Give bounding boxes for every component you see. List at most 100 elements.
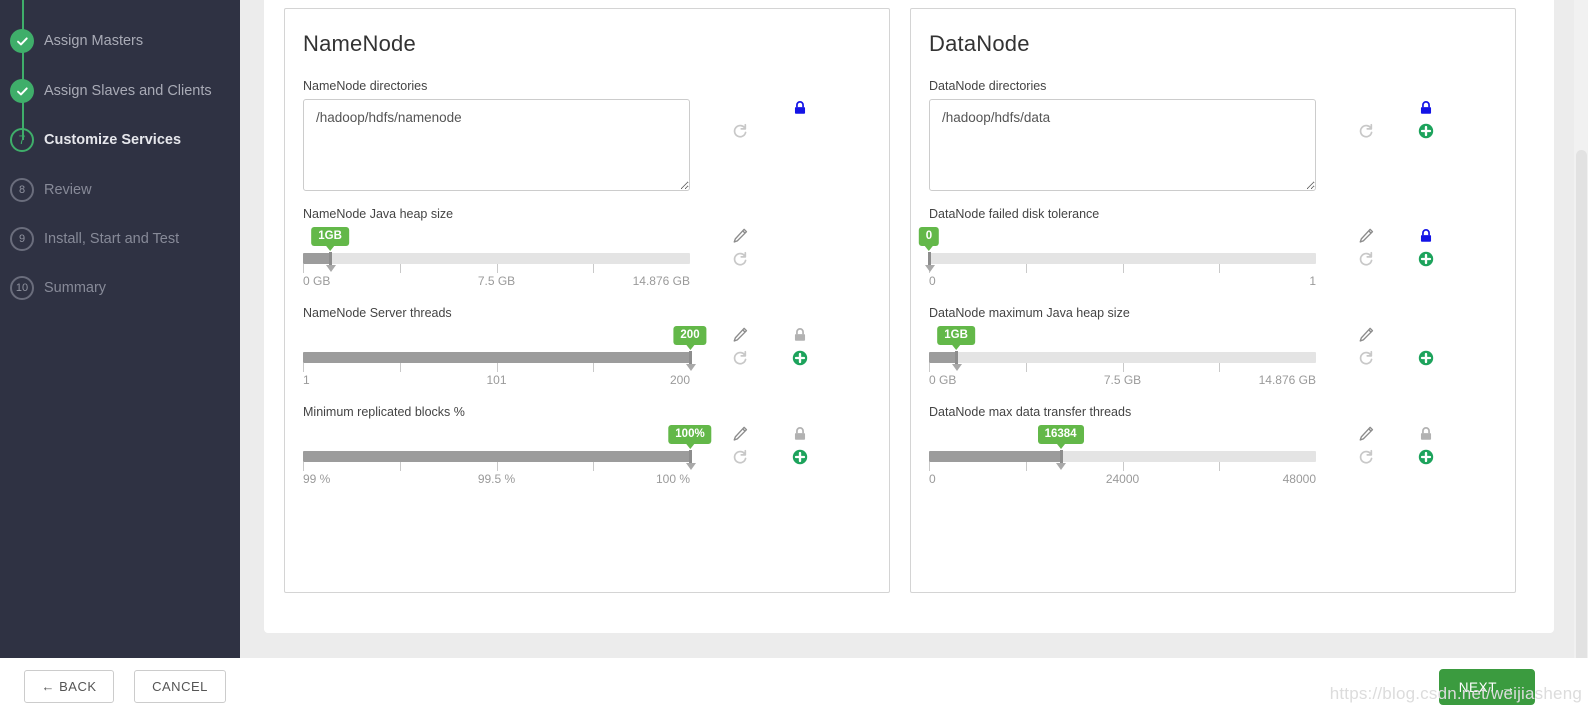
slider-tick bbox=[496, 462, 498, 471]
row-actions-secondary bbox=[778, 99, 822, 140]
slider-tick bbox=[1219, 264, 1221, 273]
slider-handle[interactable] bbox=[928, 252, 931, 265]
refresh-icon[interactable] bbox=[731, 250, 749, 268]
add-property-icon[interactable] bbox=[1417, 349, 1435, 367]
slider-label: Minimum replicated blocks % bbox=[303, 405, 465, 419]
slider[interactable]: 1GB 0 GB 7.5 GB 14.876 GB bbox=[929, 326, 1316, 389]
slider-value-tooltip: 1GB bbox=[937, 326, 975, 346]
directories-textarea[interactable] bbox=[929, 99, 1316, 191]
lock-icon[interactable] bbox=[1417, 227, 1435, 245]
add-property-icon[interactable] bbox=[791, 349, 809, 367]
icon-spacer bbox=[791, 122, 809, 140]
sidebar-step-summary[interactable]: 10 Summary bbox=[0, 273, 106, 303]
slider-handle[interactable] bbox=[689, 450, 692, 463]
sidebar-step-install-start-and-test[interactable]: 9 Install, Start and Test bbox=[0, 224, 179, 254]
slider-field: NameNode Server threads 200 1 101 200 bbox=[303, 306, 871, 389]
slider[interactable]: 100% 99 % 99.5 % 100 % bbox=[303, 425, 712, 488]
slider[interactable]: 200 1 101 200 bbox=[303, 326, 707, 389]
directories-label: NameNode directories bbox=[303, 79, 428, 93]
add-property-icon[interactable] bbox=[791, 448, 809, 466]
edit-icon[interactable] bbox=[731, 425, 749, 443]
icon-spacer bbox=[1357, 99, 1375, 117]
refresh-icon[interactable] bbox=[1357, 122, 1375, 140]
row-actions-secondary bbox=[1404, 227, 1448, 268]
row-actions-primary bbox=[718, 227, 762, 268]
slider-handle[interactable] bbox=[955, 351, 959, 364]
refresh-icon[interactable] bbox=[1357, 448, 1375, 466]
main-scroll-area: NameNode NameNode directories NameNode Jav… bbox=[240, 0, 1588, 668]
slider-scale-min: 1 bbox=[303, 373, 310, 387]
slider-track[interactable] bbox=[303, 351, 692, 372]
directories-textarea[interactable] bbox=[303, 99, 690, 191]
slider-track[interactable] bbox=[929, 351, 1316, 372]
edit-icon[interactable] bbox=[1357, 227, 1375, 245]
edit-icon[interactable] bbox=[731, 326, 749, 344]
slider-track[interactable] bbox=[929, 450, 1316, 471]
slider[interactable]: 16384 0 24000 48000 bbox=[929, 425, 1316, 488]
slider[interactable]: 001 bbox=[918, 227, 1316, 290]
add-property-icon[interactable] bbox=[1417, 122, 1435, 140]
slider-scale-max: 14.876 GB bbox=[1258, 373, 1316, 387]
slider-fill bbox=[929, 352, 957, 363]
row-actions bbox=[718, 326, 838, 367]
slider-scale: 0 GB 7.5 GB 14.876 GB bbox=[303, 274, 690, 290]
icon-spacer bbox=[731, 99, 749, 117]
lock-icon[interactable] bbox=[791, 99, 809, 117]
slider-tick bbox=[1219, 363, 1221, 372]
back-button[interactable]: ← BACK bbox=[24, 670, 114, 703]
sidebar-step-assign-slaves-and-clients[interactable]: Assign Slaves and Clients bbox=[0, 76, 212, 106]
sidebar-step-label: Install, Start and Test bbox=[44, 231, 180, 247]
lock-icon[interactable] bbox=[1417, 99, 1435, 117]
slider-handle[interactable] bbox=[329, 252, 333, 265]
edit-icon[interactable] bbox=[1357, 326, 1375, 344]
slider-handle[interactable] bbox=[689, 351, 692, 364]
slider-label: DataNode failed disk tolerance bbox=[929, 207, 1100, 221]
sidebar-step-customize-services[interactable]: 7 Customize Services bbox=[0, 125, 181, 155]
slider-tick bbox=[929, 462, 930, 471]
slider-tick bbox=[1122, 363, 1124, 372]
slider-scale: 1 101 200 bbox=[303, 373, 690, 389]
sidebar-step-label: Assign Slaves and Clients bbox=[44, 83, 212, 99]
refresh-icon[interactable] bbox=[731, 349, 749, 367]
sidebar-step-label: Assign Masters bbox=[44, 33, 144, 49]
next-button[interactable]: NEXT → bbox=[1439, 669, 1535, 705]
row-actions-secondary bbox=[778, 425, 822, 466]
row-actions bbox=[1344, 425, 1464, 466]
edit-icon[interactable] bbox=[731, 227, 749, 245]
slider-tick bbox=[303, 462, 304, 471]
lock-icon[interactable] bbox=[1417, 425, 1435, 443]
slider-scale: 99 % 99.5 % 100 % bbox=[303, 472, 690, 488]
slider-tick bbox=[399, 462, 401, 471]
step-number-badge: 8 bbox=[10, 178, 34, 202]
slider-field: DataNode max data transfer threads 16384 0… bbox=[929, 405, 1497, 488]
row-actions-primary bbox=[1344, 425, 1388, 466]
slider-scale-min: 99 % bbox=[303, 472, 331, 486]
vertical-scrollbar-track[interactable] bbox=[1574, 0, 1588, 668]
add-property-icon[interactable] bbox=[1417, 448, 1435, 466]
refresh-icon[interactable] bbox=[731, 122, 749, 140]
refresh-icon[interactable] bbox=[1357, 349, 1375, 367]
slider[interactable]: 1GB 0 GB 7.5 GB 14.876 GB bbox=[303, 227, 690, 290]
slider-track[interactable] bbox=[303, 450, 692, 471]
sidebar-step-review[interactable]: 8 Review bbox=[0, 175, 92, 205]
slider-tick bbox=[593, 462, 595, 471]
slider-field: Minimum replicated blocks % 100% 99 % 99.5 … bbox=[303, 405, 871, 488]
edit-icon[interactable] bbox=[1357, 425, 1375, 443]
cancel-button[interactable]: CANCEL bbox=[134, 670, 226, 703]
refresh-icon[interactable] bbox=[731, 448, 749, 466]
add-property-icon[interactable] bbox=[1417, 250, 1435, 268]
sidebar-step-assign-masters[interactable]: Assign Masters bbox=[0, 26, 143, 56]
slider-handle[interactable] bbox=[1059, 450, 1063, 463]
refresh-icon[interactable] bbox=[1357, 250, 1375, 268]
lock-icon[interactable] bbox=[791, 326, 809, 344]
slider-track[interactable] bbox=[928, 252, 1316, 273]
slider-tick bbox=[929, 363, 930, 372]
slider-tick bbox=[303, 363, 304, 372]
slider-track[interactable] bbox=[303, 252, 690, 273]
vertical-scrollbar-thumb[interactable] bbox=[1576, 150, 1587, 668]
slider-tick bbox=[496, 363, 498, 372]
lock-icon[interactable] bbox=[791, 425, 809, 443]
slider-tick bbox=[1025, 462, 1027, 471]
directories-field: NameNode directories bbox=[303, 79, 871, 191]
row-actions bbox=[718, 425, 838, 466]
